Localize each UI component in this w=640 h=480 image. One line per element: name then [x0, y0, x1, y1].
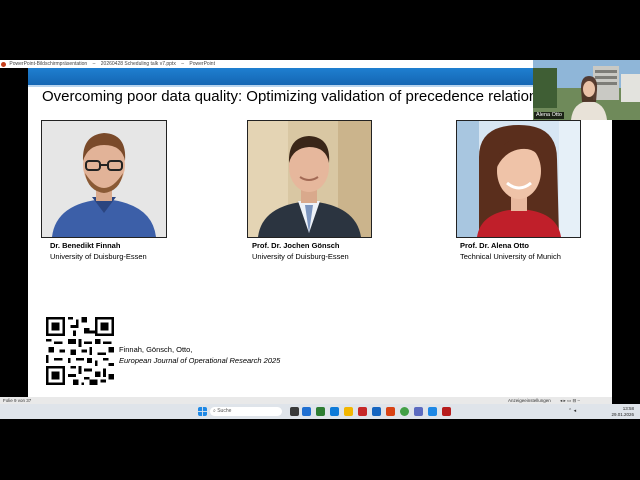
person-name-3: Prof. Dr. Alena Otto	[460, 241, 529, 250]
acrobat-icon[interactable]	[442, 407, 451, 416]
clock-date: 29.01.2026	[611, 411, 634, 417]
powerpoint-icon	[1, 61, 6, 67]
outlook-icon[interactable]	[330, 407, 339, 416]
photo-jochen-goensch	[247, 120, 372, 238]
webcam-video: Alena Otto	[533, 60, 640, 120]
titlebar-sep-2: –	[181, 61, 184, 67]
titlebar-text-1: PowerPoint-Bildschirmpräsentation	[9, 61, 88, 67]
windows-start-icon[interactable]	[198, 407, 207, 416]
titlebar-file: 20260428 Scheduling talk v7.pptx	[100, 61, 176, 67]
titlebar-app: PowerPoint	[189, 61, 215, 67]
excel-icon[interactable]	[316, 407, 325, 416]
titlebar-sep-1: –	[92, 61, 96, 67]
system-clock[interactable]: 13:58 29.01.2026	[611, 406, 634, 417]
person-name-2: Prof. Dr. Jochen Gönsch	[252, 241, 340, 250]
app-icon[interactable]	[358, 407, 367, 416]
person-affiliation-3: Technical University of Munich	[460, 252, 561, 261]
citation-authors: Finnah, Gönsch, Otto,	[119, 345, 193, 354]
slide-counter: Folie 9 von 37	[3, 398, 32, 403]
slide-title: Overcoming poor data quality: Optimizing…	[42, 88, 550, 105]
qr-code[interactable]	[46, 317, 114, 385]
presentation-slide[interactable]: Overcoming poor data quality: Optimizing…	[28, 68, 612, 397]
citation: Finnah, Gönsch, Otto, European Journal o…	[119, 345, 280, 366]
display-settings-button[interactable]: Anzeigeeinstellungen	[508, 397, 551, 404]
windows-taskbar: ⌕ Suche ⌃ ◂ 13:58 29.01.2026	[0, 404, 640, 419]
search-placeholder: Suche	[217, 408, 232, 414]
folder-icon[interactable]	[344, 407, 353, 416]
search-icon: ⌕	[213, 408, 216, 414]
navigation-controls[interactable]: ◂ ▸ ▭ ⊟ –	[560, 397, 580, 404]
presentation-statusbar: Folie 9 von 37 Anzeigeeinstellungen ◂ ▸ …	[0, 397, 612, 404]
zoom-icon[interactable]	[428, 407, 437, 416]
powerpoint-taskbar-icon[interactable]	[386, 407, 395, 416]
person-affiliation-2: University of Duisburg-Essen	[252, 252, 349, 261]
citation-journal: European Journal of Operational Research…	[119, 355, 281, 365]
edge-icon[interactable]	[302, 407, 311, 416]
tray-overflow-icon[interactable]: ⌃ ◂	[568, 408, 576, 414]
person-name-1: Dr. Benedikt Finnah	[50, 241, 121, 250]
photo-benedikt-finnah	[41, 120, 167, 238]
slide-header-bar	[28, 68, 533, 87]
teams-icon[interactable]	[414, 407, 423, 416]
taskbar-search[interactable]: ⌕ Suche	[210, 407, 282, 416]
window-titlebar: PowerPoint-Bildschirmpräsentation – 2026…	[0, 60, 533, 68]
word-icon[interactable]	[372, 407, 381, 416]
taskview-icon[interactable]	[290, 407, 299, 416]
photo-alena-otto	[456, 120, 581, 238]
chrome-icon[interactable]	[400, 407, 409, 416]
person-affiliation-1: University of Duisburg-Essen	[50, 252, 147, 261]
webcam-participant-name: Alena Otto	[534, 112, 564, 119]
